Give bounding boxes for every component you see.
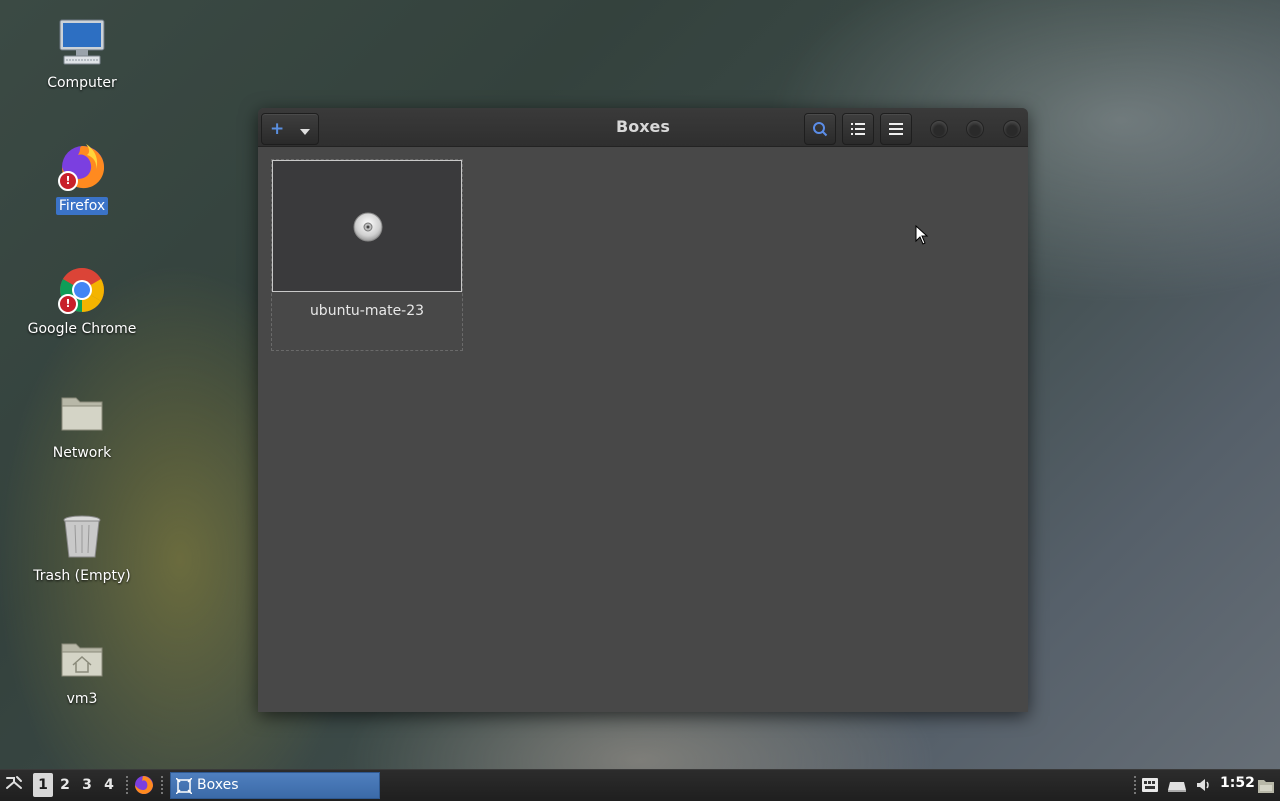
close-button[interactable] bbox=[1003, 120, 1021, 138]
desktop-icon-trash[interactable]: Trash (Empty) bbox=[12, 511, 152, 585]
computer-icon bbox=[56, 18, 108, 70]
desktop-folder-icon bbox=[1258, 780, 1274, 793]
list-view-button[interactable] bbox=[842, 113, 874, 145]
app-menu-button[interactable] bbox=[4, 774, 26, 796]
workspace-2[interactable]: 2 bbox=[55, 773, 75, 797]
clock[interactable]: 1:52 bbox=[1220, 775, 1255, 791]
app-menu-icon bbox=[6, 776, 22, 789]
vm-thumbnail[interactable] bbox=[272, 160, 462, 292]
warning-badge-icon: ! bbox=[58, 171, 78, 191]
volume-icon bbox=[1197, 779, 1209, 791]
volume-indicator[interactable] bbox=[1195, 776, 1213, 798]
search-icon bbox=[813, 122, 828, 137]
workspace-1[interactable]: 1 bbox=[33, 773, 53, 797]
minimize-button[interactable] bbox=[930, 120, 948, 138]
desktop-icon-label: Computer bbox=[47, 75, 117, 91]
vm-name-label: ubuntu-mate-23 bbox=[309, 303, 425, 319]
cd-disc-icon bbox=[353, 212, 383, 242]
hamburger-menu-icon bbox=[889, 123, 903, 135]
boxes-collection-view: ubuntu-mate-23 bbox=[258, 147, 1028, 712]
desktop-icon-computer[interactable]: Computer bbox=[12, 18, 152, 92]
desktop-icon-label: Firefox bbox=[55, 197, 109, 215]
show-desktop-button[interactable] bbox=[1257, 778, 1275, 798]
network-indicator[interactable] bbox=[1167, 779, 1187, 798]
task-label: Boxes bbox=[197, 777, 239, 793]
list-view-icon bbox=[851, 123, 865, 135]
desktop-icon-label: vm3 bbox=[66, 691, 98, 707]
desktop-icon-google-chrome[interactable]: ! Google Chrome bbox=[12, 264, 152, 338]
workspace-3[interactable]: 3 bbox=[77, 773, 97, 797]
workspace-4[interactable]: 4 bbox=[99, 773, 119, 797]
window-titlebar[interactable]: + Boxes bbox=[258, 108, 1028, 147]
boxes-window: + Boxes ubuntu-mate-23 bbox=[258, 108, 1028, 712]
menu-button[interactable] bbox=[880, 113, 912, 145]
keyboard-icon bbox=[1142, 778, 1158, 792]
desktop-icon-network[interactable]: Network bbox=[12, 388, 152, 462]
desktop-icon-vm3-home[interactable]: vm3 bbox=[12, 634, 152, 708]
firefox-icon: ! bbox=[56, 141, 108, 193]
desktop-icon-label: Network bbox=[52, 445, 112, 461]
maximize-button[interactable] bbox=[966, 120, 984, 138]
keyboard-layout-indicator[interactable] bbox=[1141, 777, 1159, 797]
home-folder-icon bbox=[56, 634, 108, 686]
taskbar-separator bbox=[126, 776, 128, 796]
taskbar-separator bbox=[1134, 776, 1136, 796]
taskbar-separator bbox=[161, 776, 163, 796]
folder-icon bbox=[56, 388, 108, 440]
taskbar-task-boxes[interactable]: Boxes bbox=[170, 772, 380, 799]
window-title: Boxes bbox=[616, 117, 670, 136]
chrome-icon: ! bbox=[56, 264, 108, 316]
taskbar: 1 2 3 4 Boxes 1:52 bbox=[0, 769, 1280, 801]
desktop-icon-label: Google Chrome bbox=[27, 321, 137, 337]
firefox-launcher[interactable] bbox=[134, 775, 154, 795]
vm-tile[interactable]: ubuntu-mate-23 bbox=[271, 159, 463, 351]
desktop-icon-label: Trash (Empty) bbox=[33, 568, 131, 584]
mouse-cursor-icon bbox=[915, 225, 929, 245]
trash-icon bbox=[56, 511, 108, 563]
firefox-icon bbox=[135, 776, 153, 794]
warning-badge-icon: ! bbox=[58, 294, 78, 314]
boxes-app-icon bbox=[176, 778, 192, 794]
desktop-icon-firefox[interactable]: ! Firefox bbox=[12, 141, 152, 215]
search-button[interactable] bbox=[804, 113, 836, 145]
network-wired-icon bbox=[1168, 782, 1186, 792]
